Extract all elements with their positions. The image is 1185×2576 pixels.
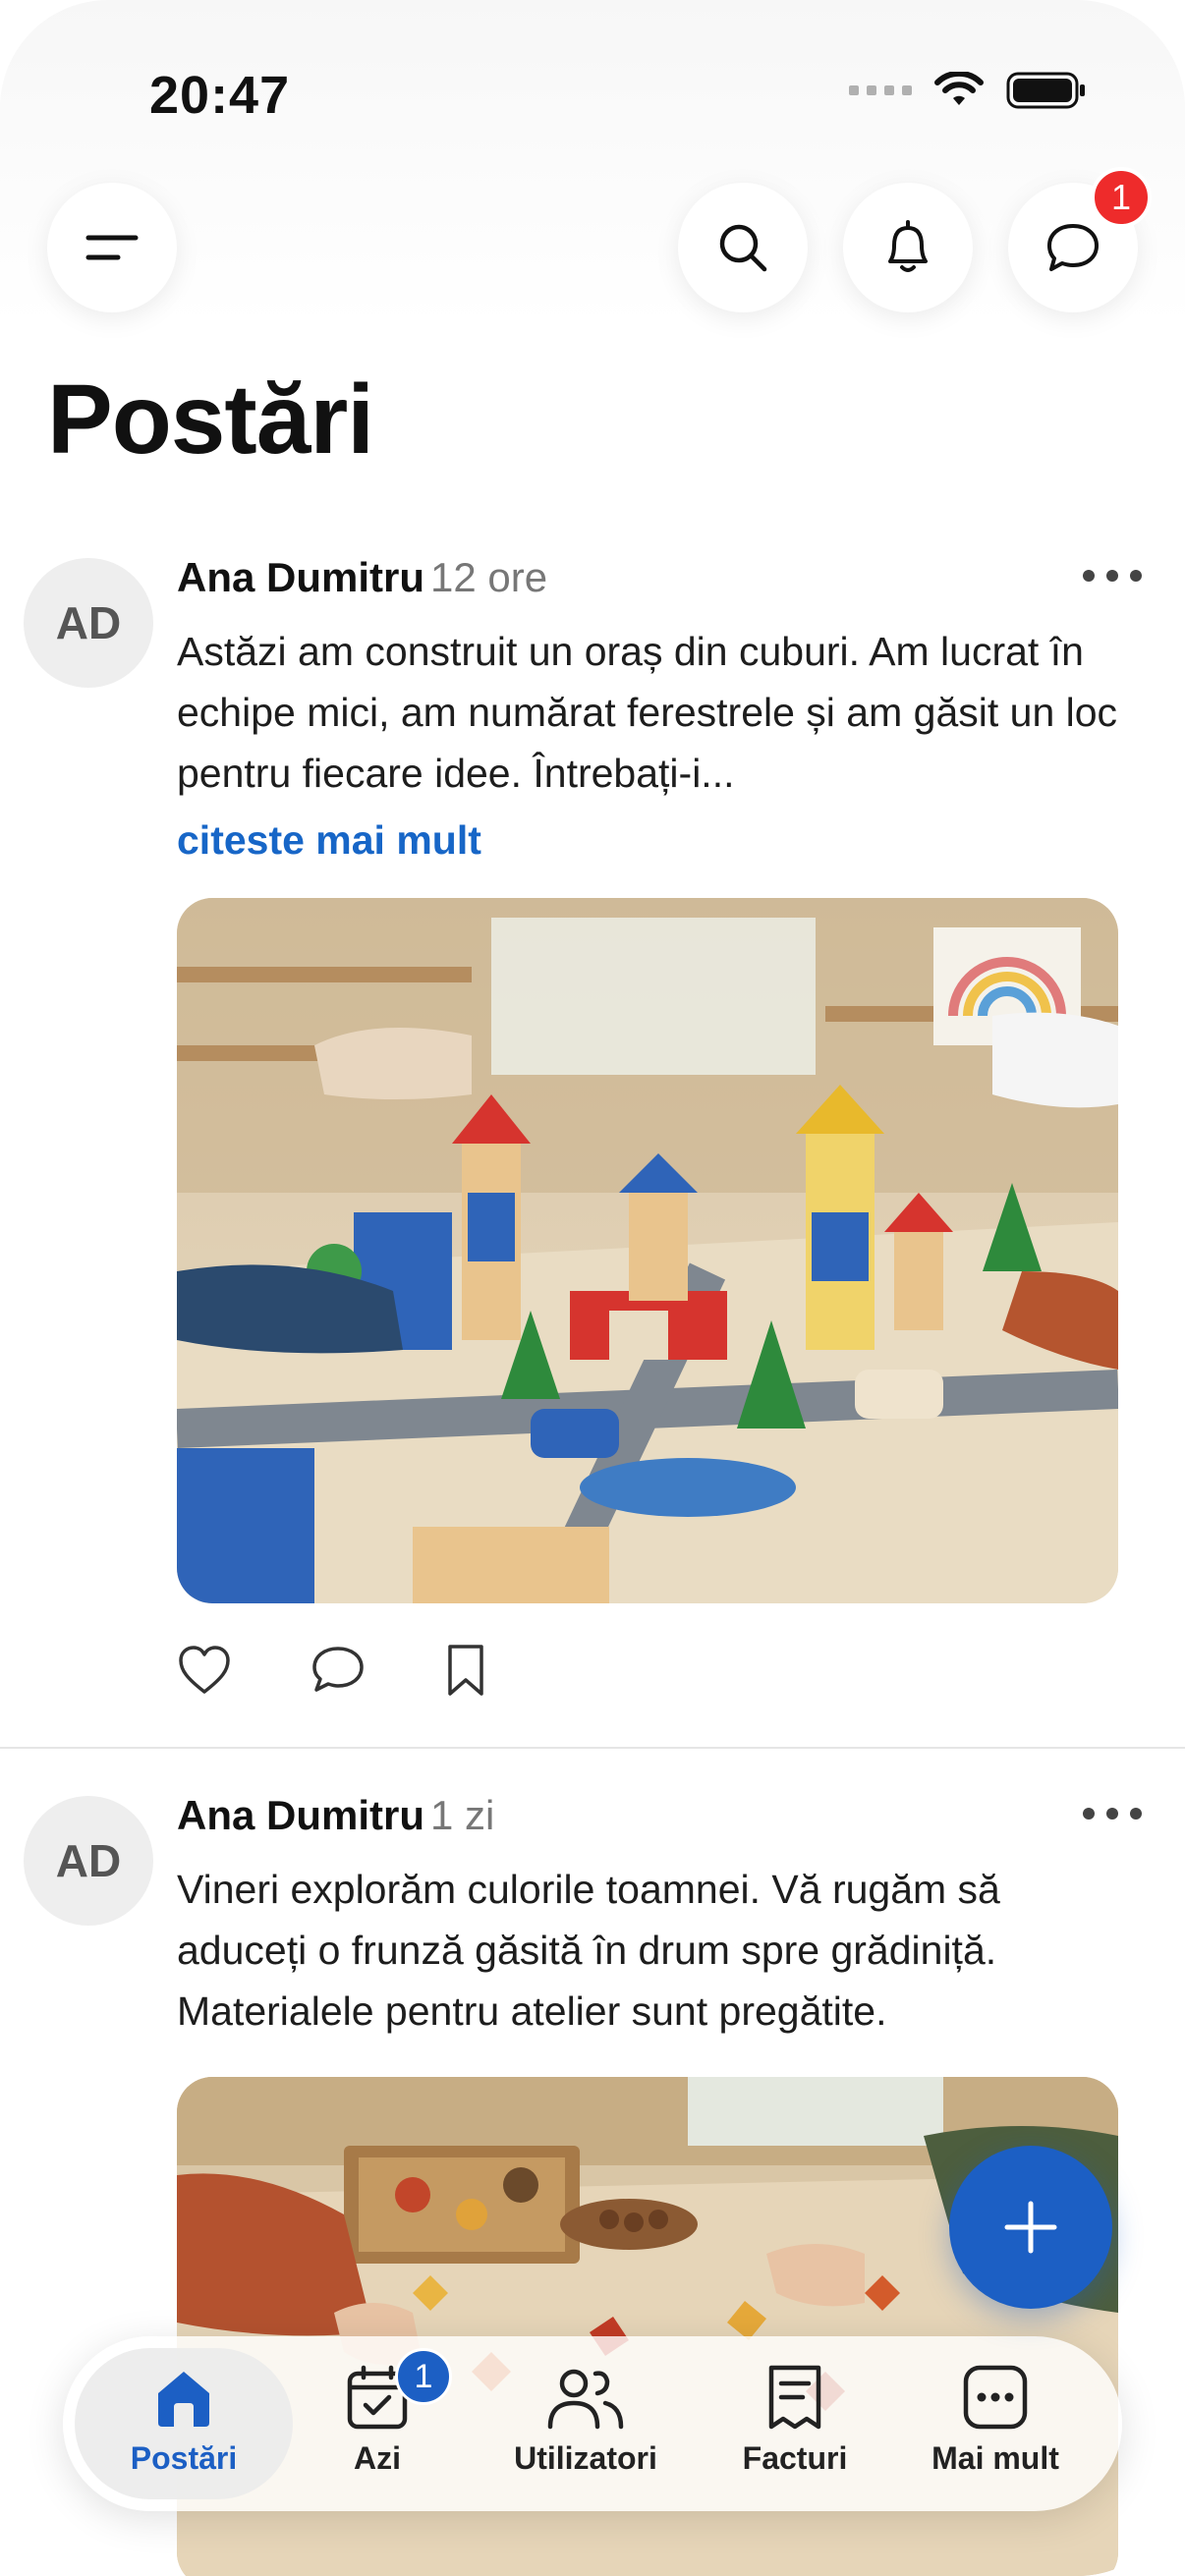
- post-text: Astăzi am construit un oraș din cuburi. …: [177, 629, 1118, 796]
- search-button[interactable]: [678, 183, 808, 312]
- today-badge: 1: [395, 2348, 452, 2405]
- tab-label: Azi: [354, 2440, 401, 2476]
- read-more-link[interactable]: citeste mai mult: [177, 817, 481, 864]
- tab-label: Mai mult: [931, 2440, 1059, 2476]
- menu-button[interactable]: [47, 183, 177, 312]
- status-time: 20:47: [149, 66, 291, 125]
- post-header: Ana Dumitru 12 ore: [177, 554, 547, 601]
- messages-button[interactable]: 1: [1008, 167, 1152, 312]
- status-icons: [849, 71, 1087, 110]
- post-options-button[interactable]: [1083, 1794, 1142, 1833]
- author-name[interactable]: Ana Dumitru: [177, 1792, 424, 1838]
- like-icon[interactable]: [177, 1645, 232, 1696]
- bell-icon: [888, 220, 928, 272]
- wifi-icon: [934, 72, 984, 105]
- add-post-button[interactable]: [949, 2146, 1112, 2309]
- users-icon: [547, 2369, 624, 2430]
- notifications-button[interactable]: [843, 183, 973, 312]
- tab-more[interactable]: Mai mult: [897, 2362, 1094, 2477]
- post-text: Vineri explorăm culorile toamnei. Vă rug…: [177, 1867, 1000, 2034]
- tab-posts[interactable]: Postări: [85, 2362, 282, 2477]
- messages-badge: 1: [1091, 167, 1152, 228]
- tab-users[interactable]: Utilizatori: [487, 2362, 684, 2477]
- plus-icon: [1004, 2201, 1057, 2254]
- post-divider: [0, 1747, 1185, 1749]
- tab-label: Postări: [130, 2440, 238, 2476]
- comment-icon[interactable]: [310, 1645, 366, 1696]
- receipt-icon: [768, 2365, 821, 2430]
- post-image[interactable]: [177, 898, 1118, 1603]
- bookmark-icon[interactable]: [444, 1643, 487, 1698]
- app-screen: 20:47 1 Postări AD Ana Dumitru 12 ore As…: [0, 0, 1185, 2576]
- header-background: [0, 0, 1185, 324]
- post-time: 12 ore: [430, 554, 548, 600]
- post-actions: [177, 1643, 487, 1698]
- post-card: AD Ana Dumitru 12 ore Astăzi am construit…: [0, 531, 1185, 1749]
- post-header: Ana Dumitru 1 zi: [177, 1792, 494, 1839]
- photo-blocks-city: [177, 898, 1118, 1603]
- more-icon: [963, 2365, 1028, 2430]
- battery-icon: [1006, 72, 1085, 109]
- tab-label: Facturi: [742, 2440, 848, 2476]
- avatar[interactable]: AD: [24, 558, 153, 688]
- tab-label: Utilizatori: [514, 2440, 657, 2476]
- tab-bar: Postări 1 Azi Utilizatori Facturi Mai mu…: [63, 2336, 1122, 2511]
- post-time: 1 zi: [430, 1792, 495, 1838]
- cellular-icon: [849, 85, 912, 95]
- author-name[interactable]: Ana Dumitru: [177, 554, 424, 600]
- search-icon: [719, 224, 767, 272]
- tab-invoices[interactable]: Facturi: [697, 2362, 893, 2477]
- chat-icon: [1047, 224, 1099, 271]
- avatar[interactable]: AD: [24, 1796, 153, 1926]
- post-options-button[interactable]: [1083, 556, 1142, 595]
- tab-today[interactable]: 1 Azi: [279, 2348, 476, 2477]
- page-title: Postări: [47, 364, 374, 475]
- home-icon: [158, 2372, 209, 2427]
- menu-icon: [85, 235, 139, 260]
